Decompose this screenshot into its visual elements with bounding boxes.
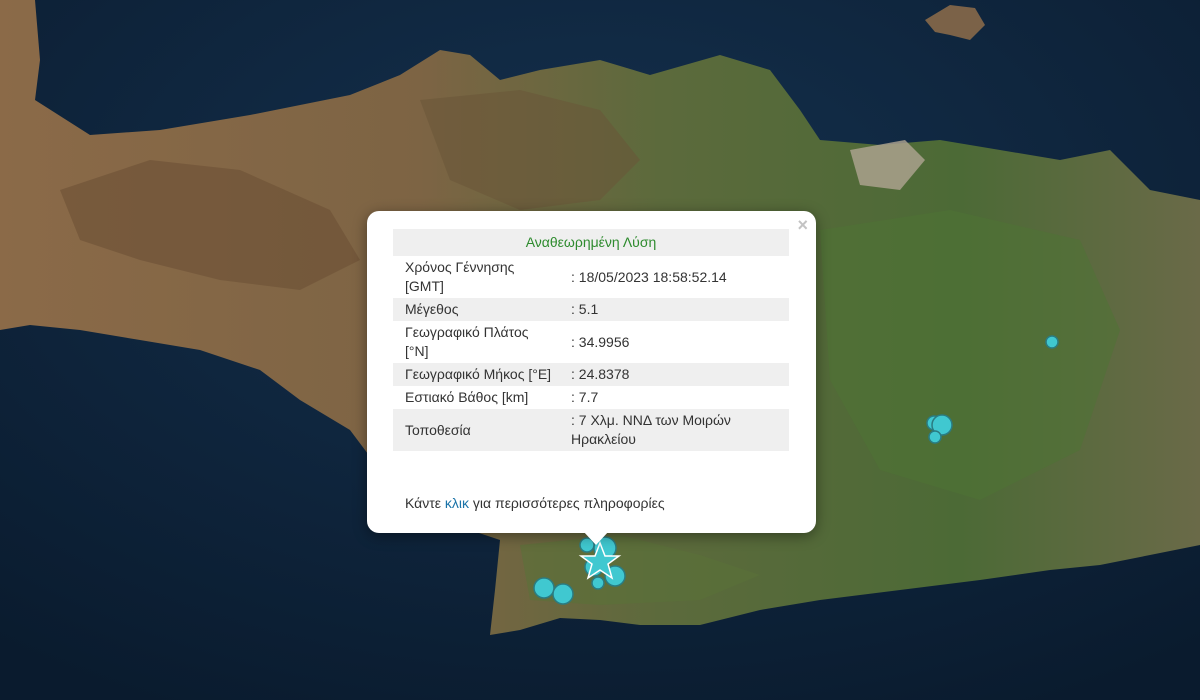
more-prefix: Κάντε [405,495,445,511]
earthquake-popup: × Αναθεωρημένη Λύση Χρόνος Γέννησης [GMT… [367,211,816,533]
table-row: Τοποθεσία : 7 Χλμ. ΝΝΔ των Μοιρών Ηρακλε… [393,409,789,451]
row-value-location: : 7 Χλμ. ΝΝΔ των Μοιρών Ηρακλείου [567,409,789,451]
popup-tip [583,531,609,545]
quake-marker[interactable] [533,577,555,599]
quake-marker[interactable] [1045,335,1059,349]
row-label-longitude: Γεωγραφικό Μήκος [°E] [393,363,567,386]
row-value-origin-time: : 18/05/2023 18:58:52.14 [571,268,727,285]
row-value-longitude: : 24.8378 [567,363,789,386]
row-value-latitude: : 34.9956 [571,333,630,350]
close-icon[interactable]: × [797,215,808,235]
quake-marker[interactable] [928,430,942,444]
row-value-magnitude: : 5.1 [567,298,789,321]
table-row: Μέγεθος : 5.1 [393,298,789,321]
more-info: Κάντε κλικ για περισσότερες πληροφορίες [405,495,665,511]
more-info-link[interactable]: κλικ [445,495,469,511]
row-label-depth: Εστιακό Βάθος [km] [405,389,529,405]
more-suffix: για περισσότερες πληροφορίες [469,495,665,511]
quake-marker[interactable] [552,583,574,605]
table-row: Γεωγραφικό Μήκος [°E] : 24.8378 [393,363,789,386]
row-label-latitude: Γεωγραφικό Πλάτος [°N] [405,324,529,359]
row-label-origin-time: Χρόνος Γέννησης [GMT] [405,259,515,294]
info-table: Αναθεωρημένη Λύση Χρόνος Γέννησης [GMT] … [393,229,789,451]
quake-marker[interactable] [591,576,605,590]
popup-title: Αναθεωρημένη Λύση [393,229,789,256]
table-row: Εστιακό Βάθος [km] : 7.7 [393,386,789,409]
table-row: Γεωγραφικό Πλάτος [°N] : 34.9956 [393,321,789,363]
popup-title-row: Αναθεωρημένη Λύση [393,229,789,256]
row-label-magnitude: Μέγεθος [393,298,567,321]
table-row: Χρόνος Γέννησης [GMT] : 18/05/2023 18:58… [393,256,789,298]
row-label-location: Τοποθεσία [393,409,567,451]
row-value-depth: : 7.7 [571,389,599,405]
